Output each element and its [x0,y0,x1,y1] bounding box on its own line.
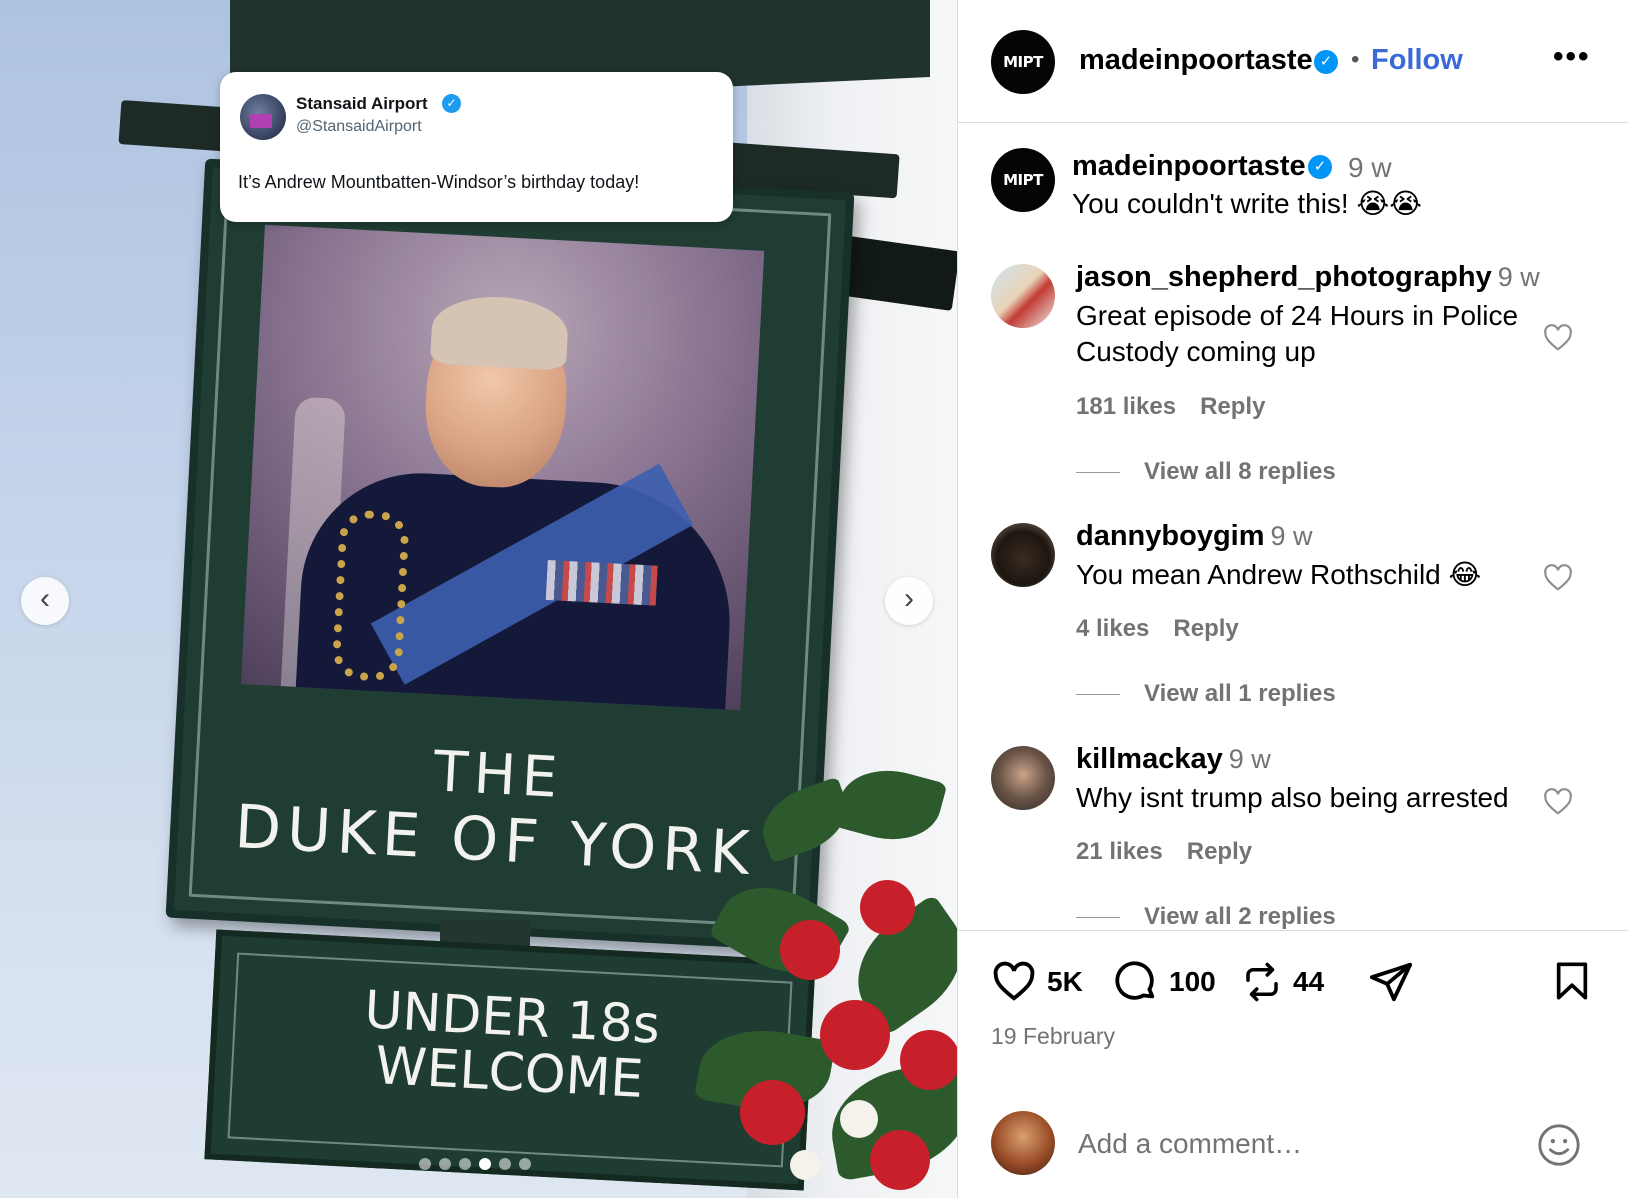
comment-text: Why isnt trump also being arrested [1076,782,1509,813]
carousel-dot [459,1158,471,1170]
carousel-indicator [419,1158,531,1170]
comment-time: 9 w [1228,744,1271,774]
comment-username[interactable]: dannyboygim [1076,520,1265,552]
more-options-icon[interactable]: ••• [1553,40,1591,74]
view-replies-button[interactable]: View all 8 replies [1076,458,1336,486]
comment-likes[interactable]: 21 likes [1076,838,1163,865]
comment-time: 9 w [1270,521,1313,551]
comment-likes[interactable]: 181 likes [1076,393,1176,420]
carousel-dot [419,1158,431,1170]
comment-count: 100 [1169,966,1216,997]
post-header: MIPT madeinpoortaste ✓ • Follow ••• [958,0,1628,123]
follow-button[interactable]: Follow [1371,44,1463,77]
tweet-handle: @StansaidAirport [296,118,422,135]
tweet-name: Stansaid Airport [296,94,428,113]
carousel-dot [439,1158,451,1170]
comment-likes[interactable]: 4 likes [1076,615,1149,642]
chevron-right-icon: › [904,582,914,615]
add-comment-row [958,1074,1628,1198]
view-replies-button[interactable]: View all 2 replies [1076,903,1336,931]
verified-badge-icon: ✓ [1308,155,1332,179]
sign-portrait [240,224,765,711]
avatar[interactable]: MIPT [991,30,1055,94]
reply-button[interactable]: Reply [1200,393,1265,420]
hanging-flowers [694,758,957,1198]
carousel-dot [479,1158,491,1170]
heart-icon[interactable] [1542,562,1574,594]
comment-action[interactable]: 100 [1113,959,1216,1005]
comment-username[interactable]: killmackay [1076,743,1223,775]
heart-icon[interactable] [1542,322,1574,354]
caption-avatar[interactable]: MIPT [991,148,1055,212]
share-action[interactable] [1368,959,1414,1005]
header-separator: • [1351,46,1360,73]
avatar[interactable] [991,264,1055,328]
reply-button[interactable]: Reply [1187,838,1252,865]
reply-button[interactable]: Reply [1173,615,1238,642]
tweet-avatar [240,94,286,140]
carousel-dot [499,1158,511,1170]
avatar[interactable] [991,746,1055,810]
caption-time: 9 w [1348,152,1392,183]
carousel-dot [519,1158,531,1170]
header-username[interactable]: madeinpoortaste [1079,44,1313,77]
tweet-overlay: Stansaid Airport ✓ @StansaidAirport It’s… [220,72,733,222]
repost-icon[interactable] [1241,959,1283,1005]
comment-time: 9 w [1497,262,1540,292]
like-count: 5K [1047,966,1083,997]
repost-count: 44 [1293,966,1325,997]
caption-username[interactable]: madeinpoortaste [1072,150,1306,183]
previous-slide-button[interactable]: ‹ [21,577,69,625]
tweet-text: It’s Andrew Mountbatten-Windsor’s birthd… [238,172,640,192]
comment-text: Great episode of 24 Hours in Police Cust… [1076,300,1519,367]
avatar[interactable] [991,1111,1055,1175]
comment-username[interactable]: jason_shepherd_photography [1076,261,1492,293]
repost-action[interactable]: 44 [1241,959,1324,1005]
heart-icon[interactable] [1542,786,1574,818]
chevron-left-icon: ‹ [40,582,50,615]
post-date: 19 February [991,1023,1116,1049]
heart-icon[interactable] [991,959,1037,1005]
next-slide-button[interactable]: › [885,577,933,625]
comment-input[interactable] [1078,1124,1498,1164]
post-media: THE DUKE OF YORK UNDER 18s WELCOME Stans… [0,0,957,1198]
verified-badge-icon: ✓ [1314,50,1338,74]
save-action[interactable] [1552,959,1592,1003]
share-icon[interactable] [1368,959,1414,1005]
like-action[interactable]: 5K [991,959,1083,1005]
avatar[interactable] [991,523,1055,587]
view-replies-button[interactable]: View all 1 replies [1076,680,1336,708]
post-actions: 5K 100 44 19 February [958,930,1628,1198]
emoji-icon[interactable] [1536,1122,1582,1168]
comment-icon[interactable] [1113,959,1159,1005]
comment-text: You mean Andrew Rothschild 😂 [1076,559,1482,590]
caption-text: You couldn't write this! 😭😭 [1072,188,1422,219]
tweet-verified-icon: ✓ [442,94,461,113]
post-details-panel: MIPT madeinpoortaste ✓ • Follow ••• MIPT… [957,0,1628,1198]
bookmark-icon[interactable] [1552,959,1592,1003]
